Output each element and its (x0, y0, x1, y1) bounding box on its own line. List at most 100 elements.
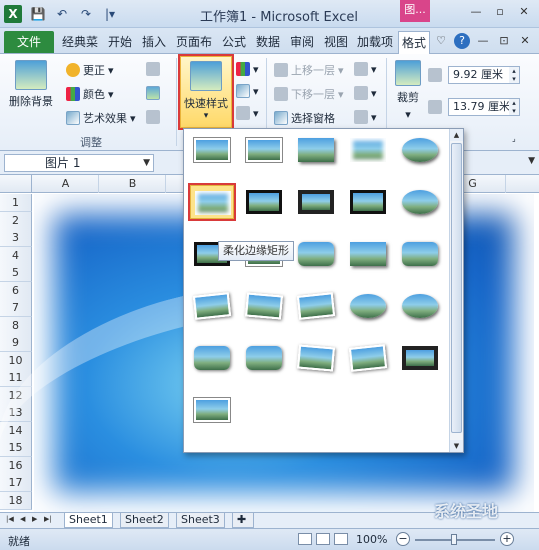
tab-view[interactable]: 视图 (320, 31, 352, 53)
picture-effects-button[interactable]: ▾ (236, 84, 259, 98)
style-thumb-thick-matte-black[interactable] (294, 185, 338, 219)
sheet-tab-sheet3[interactable]: Sheet3 (176, 513, 225, 528)
style-thumb-soft-edge-rectangle[interactable] (188, 183, 236, 221)
style-thumb-soft-edge-oval[interactable] (346, 289, 390, 323)
scroll-thumb[interactable] (451, 143, 462, 433)
style-thumb-compound-frame[interactable] (190, 393, 234, 427)
style-thumb-bevel-rectangle[interactable] (190, 341, 234, 375)
change-picture-button[interactable] (146, 86, 160, 100)
corrections-button[interactable]: 更正 ▾ (66, 62, 114, 78)
heart-icon[interactable]: ♡ (433, 33, 449, 49)
tab-home[interactable]: 开始 (104, 31, 136, 53)
tab-formulas[interactable]: 公式 (218, 31, 250, 53)
sheet-tab-sheet1[interactable]: Sheet1 (64, 513, 113, 528)
style-thumb-rotated-white-2[interactable] (346, 341, 390, 375)
size-dialog-launcher-icon[interactable]: ⌟ (512, 134, 516, 143)
row-header-18[interactable]: 18 (0, 491, 32, 510)
chevron-down-icon[interactable]: ▼ (143, 155, 150, 171)
zoom-in-icon[interactable]: + (500, 532, 514, 546)
workbook-close-icon[interactable]: ✕ (517, 33, 533, 49)
style-thumb-simple-frame-white-2[interactable] (242, 133, 286, 167)
style-thumb-perspective-left[interactable] (294, 341, 338, 375)
undo-icon[interactable]: ↶ (52, 5, 72, 23)
quick-styles-button[interactable]: 快速样式 ▾ (178, 54, 234, 130)
row-header-7[interactable]: 7 (0, 299, 32, 317)
reset-picture-button[interactable] (146, 110, 160, 124)
style-thumb-bevel-rounded[interactable] (398, 289, 442, 323)
style-thumb-rounded-diagonal[interactable] (398, 237, 442, 271)
send-backward-button[interactable]: 下移一层 ▾ (274, 86, 344, 102)
tab-page-layout[interactable]: 页面布 (172, 31, 216, 53)
style-thumb-rotated-white[interactable] (190, 289, 234, 323)
align-button[interactable]: ▾ (354, 62, 377, 76)
compress-pictures-button[interactable] (146, 62, 160, 76)
select-all-corner[interactable] (0, 175, 32, 193)
tab-file[interactable]: 文件 (4, 31, 54, 53)
row-header-5[interactable]: 5 (0, 264, 32, 282)
expand-formula-bar-icon[interactable]: ▼ (528, 156, 535, 166)
style-thumb-relaxed-perspective[interactable] (294, 289, 338, 323)
save-icon[interactable]: 💾 (28, 5, 48, 23)
remove-background-button[interactable]: 删除背景 (8, 60, 54, 109)
row-header-9[interactable]: 9 (0, 334, 32, 352)
row-header-1[interactable]: 1 (0, 194, 32, 212)
close-button[interactable]: ✕ (515, 4, 533, 20)
style-thumb-center-shadow[interactable] (346, 237, 390, 271)
style-thumb-oval-shadow[interactable] (398, 185, 442, 219)
artistic-effects-button[interactable]: 艺术效果 ▾ (66, 110, 136, 126)
style-thumb-soft-edge-oval-top[interactable] (398, 133, 442, 167)
color-button[interactable]: 颜色 ▾ (66, 86, 114, 102)
style-thumb-reflected-rounded[interactable] (294, 237, 338, 271)
style-thumb-metal-rounded[interactable] (242, 341, 286, 375)
group-button[interactable]: ▾ (354, 86, 377, 100)
shape-height-field[interactable]: 9.92 厘米 ▴ ▾ (448, 66, 520, 84)
row-header-10[interactable]: 10 (0, 351, 32, 370)
rotate-button[interactable]: ▾ (354, 110, 377, 124)
shape-width-field[interactable]: 13.79 厘米 ▴ ▾ (448, 98, 520, 116)
style-thumb-shadow-rectangle[interactable] (294, 133, 338, 167)
tab-add-ins[interactable]: 加载项 (354, 31, 396, 53)
selection-pane-button[interactable]: 选择窗格 (274, 110, 335, 126)
zoom-out-icon[interactable]: − (396, 532, 410, 546)
style-thumb-simple-frame-black[interactable] (346, 185, 390, 219)
help-icon[interactable]: ? (454, 33, 470, 49)
tab-insert[interactable]: 插入 (138, 31, 170, 53)
width-spinner[interactable]: ▴ ▾ (509, 99, 519, 115)
row-header-4[interactable]: 4 (0, 246, 32, 265)
row-header-8[interactable]: 8 (0, 316, 32, 335)
normal-view-icon[interactable] (298, 533, 312, 545)
style-thumb-soft-rectangle[interactable] (346, 133, 390, 167)
customize-qat-icon[interactable]: |▾ (100, 5, 120, 23)
zoom-slider-knob[interactable] (451, 534, 457, 545)
maximize-button[interactable]: ▫ (491, 4, 509, 20)
zoom-level[interactable]: 100% (356, 533, 387, 546)
style-thumb-reflected-bevel-black[interactable] (398, 341, 442, 375)
style-thumb-double-frame-black[interactable] (242, 185, 286, 219)
crop-button[interactable]: 裁剪 ▾ (392, 60, 424, 121)
tab-review[interactable]: 审阅 (286, 31, 318, 53)
column-header-a[interactable]: A (33, 175, 99, 193)
row-header-3[interactable]: 3 (0, 229, 32, 247)
scroll-up-icon[interactable]: ▲ (450, 129, 463, 141)
page-layout-view-icon[interactable] (316, 533, 330, 545)
row-header-6[interactable]: 6 (0, 281, 32, 300)
column-header-b[interactable]: B (100, 175, 166, 193)
page-break-view-icon[interactable] (334, 533, 348, 545)
insert-sheet-icon[interactable]: ✚ (232, 513, 254, 528)
next-sheet-icon[interactable]: ▶ (32, 515, 37, 523)
prev-sheet-icon[interactable]: ◀ (20, 515, 25, 523)
last-sheet-icon[interactable]: ▶| (44, 515, 52, 523)
gallery-scrollbar[interactable]: ▲ ▼ (449, 129, 463, 452)
style-thumb-simple-frame-white[interactable] (190, 133, 234, 167)
height-spinner[interactable]: ▴ ▾ (509, 67, 519, 83)
first-sheet-icon[interactable]: |◀ (6, 515, 14, 523)
minimize-button[interactable]: — (467, 4, 485, 20)
redo-icon[interactable]: ↷ (76, 5, 96, 23)
picture-layout-button[interactable]: ▾ (236, 106, 259, 120)
workbook-restore-icon[interactable]: ⊡ (496, 33, 512, 49)
name-box[interactable]: 图片 1 ▼ (4, 154, 154, 172)
tab-classic-menu[interactable]: 经典菜 (58, 31, 102, 53)
row-header-2[interactable]: 2 (0, 211, 32, 230)
tab-format[interactable]: 格式 (398, 31, 430, 55)
scroll-down-icon[interactable]: ▼ (450, 440, 463, 452)
